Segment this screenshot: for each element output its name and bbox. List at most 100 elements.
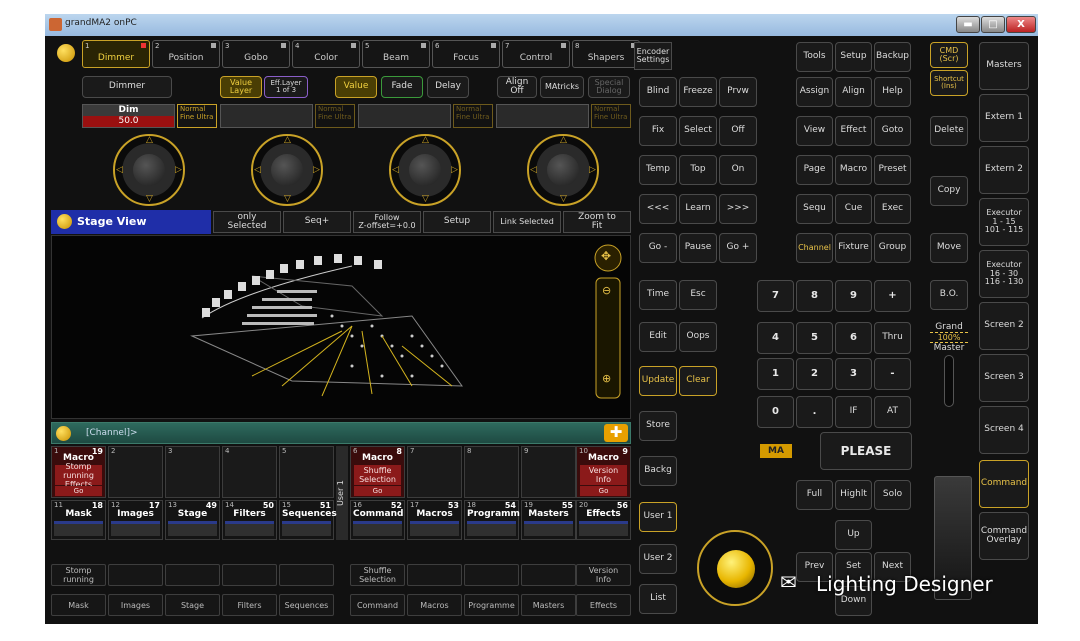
delay-button[interactable]: Delay [427,76,469,98]
special-dialog-button[interactable]: Special Dialog [588,76,630,98]
key-9[interactable]: 9 [835,280,872,312]
screen2-button[interactable]: Screen 2 [979,302,1029,350]
follow-zoffset-button[interactable]: Follow Z-offset=+0.0 [353,211,421,233]
bottom-exec-5[interactable] [279,564,334,586]
extern1-button[interactable]: Extern 1 [979,94,1029,142]
only-selected-button[interactable]: only Selected [213,211,281,233]
group-key[interactable]: Group [874,233,911,263]
mode-select-3[interactable]: Normal Fine Ultra [453,104,493,128]
macro-key[interactable]: Macro [835,155,872,185]
sequ-key[interactable]: Sequ [796,194,833,224]
key-5[interactable]: 5 [796,322,833,354]
executor-5[interactable]: 5 [279,446,334,498]
key-if[interactable]: IF [835,396,872,428]
bottom-exec-2[interactable] [108,564,163,586]
matricks-button[interactable]: MAtricks [540,76,584,98]
stage-view-bulb-icon[interactable] [57,214,72,229]
view-effects-button[interactable]: Effects [576,594,631,616]
go-plus-key[interactable]: Go + [719,233,757,263]
screen4-button[interactable]: Screen 4 [979,406,1029,454]
list-key[interactable]: List [639,584,677,614]
tab-gobo[interactable]: 3 Gobo [222,40,290,68]
highlt-key[interactable]: Highlt [835,480,872,510]
bottom-exec-7[interactable] [407,564,462,586]
go-minus-key[interactable]: Go - [639,233,677,263]
tab-dimmer[interactable]: 1 Dimmer [82,40,150,68]
key-8[interactable]: 8 [796,280,833,312]
encoder-4[interactable]: △ ▽ ◁ ▷ [527,134,599,206]
align-key[interactable]: Align [835,77,872,107]
freeze-key[interactable]: Freeze [679,77,717,107]
encoder-settings-button[interactable]: Encoder Settings [634,42,672,70]
executor-3[interactable]: 3 [165,446,220,498]
pool-stage[interactable]: 13 49 Stage [165,500,220,540]
select-key[interactable]: Select [679,116,717,146]
grand-master[interactable]: Grand 100% Master [930,322,968,432]
view-programmer-button[interactable]: Programme [464,594,519,616]
key-7[interactable]: 7 [757,280,794,312]
bottom-exec-4[interactable] [222,564,277,586]
maximize-button[interactable]: □ [981,16,1005,33]
pool-effects[interactable]: 20 56 Effects [576,500,631,540]
zoom-out-icon[interactable]: ⊖ [602,284,611,297]
off-key[interactable]: Off [719,116,757,146]
effect-key[interactable]: Effect [835,116,872,146]
value-button[interactable]: Value [335,76,377,98]
executor-9[interactable]: 9 [521,446,576,498]
encoder-2[interactable]: △ ▽ ◁ ▷ [251,134,323,206]
solo-key[interactable]: Solo [874,480,911,510]
command-bulb-icon[interactable] [56,426,71,441]
pool-sequences[interactable]: 15 51 Sequences [279,500,337,540]
fix-key[interactable]: Fix [639,116,677,146]
please-key[interactable]: PLEASE [820,432,912,470]
executor-6[interactable]: 6 8 Macro Shuffle Selection Go [350,446,405,498]
pool-filters[interactable]: 14 50 Filters [222,500,277,540]
fixture-key[interactable]: Fixture [835,233,872,263]
add-icon[interactable]: ✚ [604,424,628,442]
executor-10[interactable]: 10 9 Macro Version Info Go [576,446,631,498]
bottom-exec-6[interactable]: Shuffle Selection [350,564,405,586]
executor-1-15-button[interactable]: Executor 1 - 15 101 - 115 [979,198,1029,246]
key-6[interactable]: 6 [835,322,872,354]
prvw-key[interactable]: Prvw [719,77,757,107]
view-filters-button[interactable]: Filters [222,594,277,616]
bottom-exec-8[interactable] [464,564,519,586]
dimmer-attribute-button[interactable]: Dimmer [82,76,172,98]
time-key[interactable]: Time [639,280,677,310]
executor-1[interactable]: 1 19 Macro Stomp running Effects Go [51,446,106,498]
encoder-1[interactable]: △ ▽ ◁ ▷ [113,134,185,206]
cmd-button[interactable]: CMD (Scr) [930,42,968,68]
align-off-button[interactable]: Align Off [497,76,537,98]
command-button[interactable]: Command [979,460,1029,508]
blind-key[interactable]: Blind [639,77,677,107]
temp-key[interactable]: Temp [639,155,677,185]
move-key[interactable]: Move [930,233,968,263]
fade-button[interactable]: Fade [381,76,423,98]
view-sequences-button[interactable]: Sequences [279,594,334,616]
pool-mask[interactable]: 11 18 Mask [51,500,106,540]
bottom-exec-1[interactable]: Stomp running [51,564,106,586]
view-key[interactable]: View [796,116,833,146]
backup-key[interactable]: Backup [874,42,911,72]
store-key[interactable]: Store [639,411,677,441]
full-key[interactable]: Full [796,480,833,510]
oops-key[interactable]: Oops [679,322,717,352]
dim-fader[interactable]: Dim 50.0 [82,104,175,128]
top-key[interactable]: Top [679,155,717,185]
view-command-button[interactable]: Command [350,594,405,616]
tab-position[interactable]: 2 Position [152,40,220,68]
executor-8[interactable]: 8 [464,446,519,498]
help-key[interactable]: Help [874,77,911,107]
pool-masters[interactable]: 19 55 Masters [521,500,576,540]
page-key[interactable]: Page [796,155,833,185]
extern2-button[interactable]: Extern 2 [979,146,1029,194]
tab-beam[interactable]: 5 Beam [362,40,430,68]
pool-command[interactable]: 16 52 Command [350,500,405,540]
command-line[interactable]: [Channel]> ✚ [51,422,631,444]
selection-bulb-icon[interactable] [57,44,75,62]
view-images-button[interactable]: Images [108,594,163,616]
grand-master-fader[interactable] [944,355,954,407]
attr-fader-3[interactable] [358,104,451,128]
key-minus[interactable]: - [874,358,911,390]
key-4[interactable]: 4 [757,322,794,354]
